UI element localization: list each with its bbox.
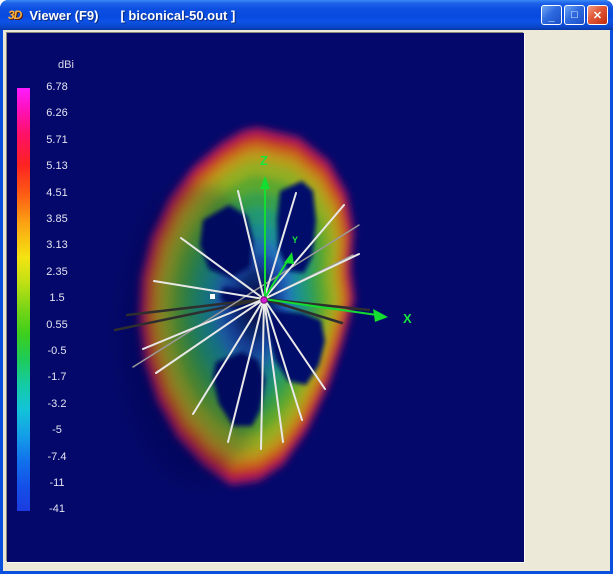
colorbar-value: 6.78: [33, 81, 81, 93]
colorbar-value: 0.55: [33, 319, 81, 331]
minimize-icon: _: [548, 11, 554, 23]
colorbar-value: 5.13: [33, 160, 81, 172]
radiation-pattern-plot[interactable]: Z Y X: [7, 33, 524, 562]
control-panel: Mhz Axis mtr Theta Phi < zoom > Ident Re…: [528, 30, 610, 571]
maximize-icon: □: [571, 9, 578, 21]
window-title: Viewer (F9): [29, 8, 98, 23]
z-axis-label: Z: [260, 153, 268, 168]
colorbar-value: 3.85: [33, 213, 81, 225]
window-content: Z Y X dBi 6.786.265.715.134.513.853.132.…: [3, 30, 610, 571]
colorbar-value: 1.5: [33, 292, 81, 304]
colorbar-value: -11: [33, 477, 81, 489]
colorbar-value: -5: [33, 424, 81, 436]
colorbar-value: -1.7: [33, 371, 81, 383]
colorbar-gradient: [17, 88, 30, 511]
colorbar-value: -41: [33, 503, 81, 515]
colorbar-labels: 6.78 6.26 5.71 5.13 4.51 3.85 3.13 2.35 1.5 0.55 -…: [33, 33, 81, 562]
colorbar-value: 4.51: [33, 187, 81, 199]
colorbar-value: 6.26: [33, 107, 81, 119]
window-filename: [ biconical-50.out ]: [120, 8, 235, 23]
close-icon: ✕: [593, 9, 602, 22]
viewer-window: 3D Viewer (F9) [ biconical-50.out ] _ □ …: [0, 0, 613, 574]
app-3d-icon: 3D: [8, 8, 21, 22]
colorbar-value: 2.35: [33, 266, 81, 278]
colorbar-value: 3.13: [33, 239, 81, 251]
colorbar-value: 5.71: [33, 134, 81, 146]
y-axis-label: Y: [292, 235, 298, 245]
origin-dot: [261, 297, 267, 303]
shading-overlay: [122, 183, 272, 483]
close-button[interactable]: ✕: [587, 5, 608, 25]
colorbar-value: -0.5: [33, 345, 81, 357]
x-axis-arrow-icon: [373, 309, 388, 322]
colorbar-value: -7.4: [33, 451, 81, 463]
x-axis-label: X: [403, 311, 412, 326]
minimize-button[interactable]: _: [541, 5, 562, 25]
3d-view-canvas[interactable]: Z Y X dBi 6.786.265.715.134.513.853.132.…: [7, 33, 524, 562]
colorbar-value: -3.2: [33, 398, 81, 410]
maximize-button[interactable]: □: [564, 5, 585, 25]
feed-point-marker: [210, 294, 215, 299]
titlebar[interactable]: 3D Viewer (F9) [ biconical-50.out ] _ □ …: [0, 0, 613, 30]
